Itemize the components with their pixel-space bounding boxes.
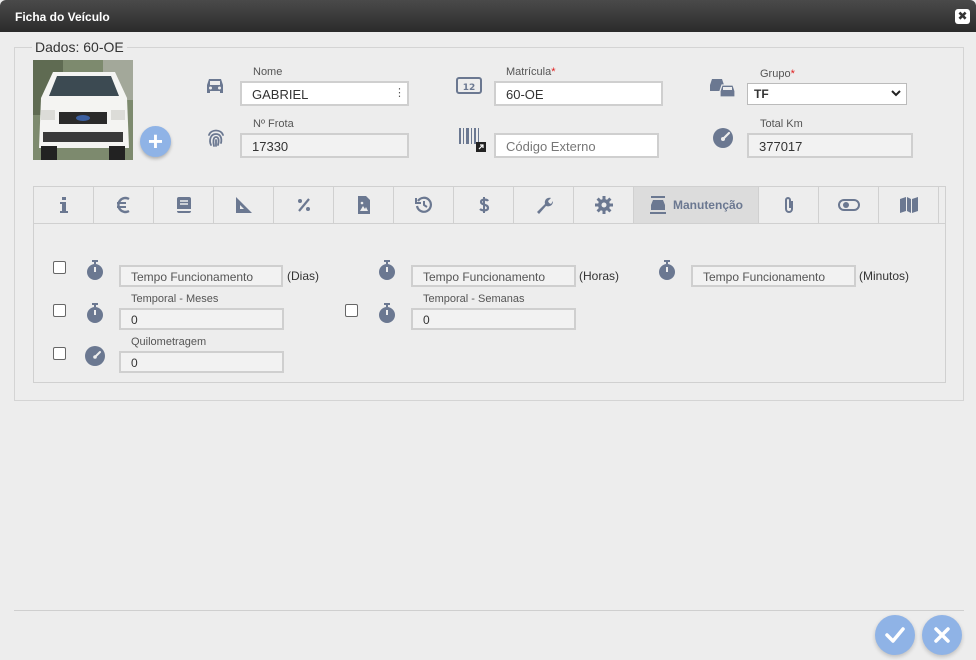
temporal-semanas-input[interactable]: 0: [411, 308, 576, 330]
matricula-label: Matrícula*: [506, 66, 556, 78]
stopwatch-icon: [379, 303, 395, 323]
tempo-minutos-input[interactable]: Tempo Funcionamento: [691, 265, 856, 287]
close-icon: [934, 627, 950, 643]
tab-history[interactable]: [394, 187, 454, 223]
window-titlebar: Ficha do Veículo ✖: [0, 0, 976, 32]
tempo-horas-placeholder: Tempo Funcionamento: [423, 270, 546, 284]
toggle-icon: [837, 199, 860, 211]
tab-info[interactable]: [34, 187, 94, 223]
fingerprint-icon: [208, 129, 224, 147]
tab-wrench[interactable]: [514, 187, 574, 223]
temporal-semanas-value: 0: [423, 313, 430, 327]
section-legend: Dados: 60-OE: [32, 39, 127, 55]
close-window-button[interactable]: ✖: [955, 9, 970, 24]
history-icon: [414, 196, 432, 213]
car-lift-icon: [649, 196, 666, 214]
tempo-dias-input[interactable]: Tempo Funcionamento: [119, 265, 283, 287]
window-title: Ficha do Veículo: [15, 10, 110, 24]
quilometragem-input[interactable]: 0: [119, 351, 284, 373]
add-photo-button[interactable]: +: [140, 126, 171, 157]
tab-map[interactable]: [879, 187, 939, 223]
quilometragem-value: 0: [131, 356, 138, 370]
total-km-value: 377017: [759, 139, 803, 154]
matricula-value: 60-OE: [506, 87, 544, 102]
license-plate-icon: 12: [456, 77, 482, 94]
matricula-input[interactable]: 60-OE: [494, 81, 663, 106]
tab-set-square[interactable]: [214, 187, 274, 223]
temporal-semanas-checkbox[interactable]: [345, 304, 358, 317]
quilometragem-label: Quilometragem: [131, 336, 207, 348]
tempo-horas-unit: (Horas): [579, 269, 620, 283]
frota-value: 17330: [252, 139, 289, 154]
info-icon: [59, 197, 68, 213]
wrench-icon: [536, 197, 553, 214]
grupo-label: Grupo*: [760, 68, 795, 80]
grupo-select[interactable]: TF: [747, 83, 907, 105]
codigo-externo-input[interactable]: Código Externo: [494, 133, 659, 158]
tab-manutencao-label: Manutenção: [672, 198, 743, 212]
temporal-meses-checkbox[interactable]: [53, 304, 66, 317]
tab-euro[interactable]: [94, 187, 154, 223]
tab-toggle[interactable]: [819, 187, 879, 223]
nome-value: GABRIEL: [252, 87, 309, 102]
image-file-icon: [357, 196, 370, 214]
stopwatch-icon: [87, 303, 103, 323]
tempo-dias-checkbox[interactable]: [53, 261, 66, 274]
temporal-meses-value: 0: [131, 313, 138, 327]
car-icon: [207, 79, 223, 93]
set-square-icon: [235, 197, 252, 213]
check-icon: [885, 627, 905, 643]
frota-label: Nº Frota: [253, 118, 294, 130]
speedometer-icon: [713, 128, 733, 148]
tempo-dias-placeholder: Tempo Funcionamento: [131, 270, 254, 284]
tab-gear[interactable]: [574, 187, 634, 223]
tempo-minutos-placeholder: Tempo Funcionamento: [703, 270, 826, 284]
svg-text:12: 12: [463, 83, 476, 93]
total-km-input[interactable]: 377017: [747, 133, 913, 158]
tab-percent[interactable]: [274, 187, 334, 223]
tempo-minutos-unit: (Minutos): [859, 269, 910, 283]
tab-image-file[interactable]: [334, 187, 394, 223]
stopwatch-icon: [379, 260, 395, 280]
tab-dollar[interactable]: [454, 187, 514, 223]
total-km-label: Total Km: [760, 118, 803, 130]
book-icon: [176, 197, 191, 213]
more-icon[interactable]: ⋮: [394, 86, 405, 99]
cancel-button[interactable]: [922, 615, 962, 655]
nome-label: Nome: [253, 66, 283, 78]
temporal-meses-label: Temporal - Meses: [131, 293, 219, 305]
tab-attachments[interactable]: [759, 187, 819, 223]
quilometragem-checkbox[interactable]: [53, 347, 66, 360]
nome-input[interactable]: GABRIEL ⋮: [240, 81, 409, 106]
stopwatch-icon: [659, 260, 675, 280]
paperclip-icon: [784, 197, 793, 213]
barcode-icon: [459, 128, 486, 152]
frota-input[interactable]: 17330: [240, 133, 409, 158]
percent-icon: [297, 198, 310, 212]
codigo-externo-placeholder: Código Externo: [506, 139, 596, 154]
stopwatch-icon: [87, 260, 103, 280]
gear-icon: [594, 196, 613, 214]
vehicle-photo: [33, 60, 133, 160]
tempo-horas-input[interactable]: Tempo Funcionamento: [411, 265, 576, 287]
dollar-icon: [478, 197, 489, 213]
temporal-meses-input[interactable]: 0: [119, 308, 284, 330]
tab-manutencao[interactable]: Manutenção: [634, 187, 759, 223]
map-icon: [899, 197, 918, 213]
tab-bar: Manutenção: [33, 186, 946, 224]
tab-book[interactable]: [154, 187, 214, 223]
cars-group-icon: [710, 79, 736, 98]
speedometer-icon: [85, 346, 105, 366]
grupo-value: TF: [754, 87, 769, 101]
temporal-semanas-label: Temporal - Semanas: [423, 293, 525, 305]
chevron-down-icon: [891, 90, 901, 97]
euro-icon: [116, 196, 130, 214]
confirm-button[interactable]: [875, 615, 915, 655]
footer-divider: [14, 610, 964, 611]
tempo-dias-unit: (Dias): [287, 269, 319, 283]
